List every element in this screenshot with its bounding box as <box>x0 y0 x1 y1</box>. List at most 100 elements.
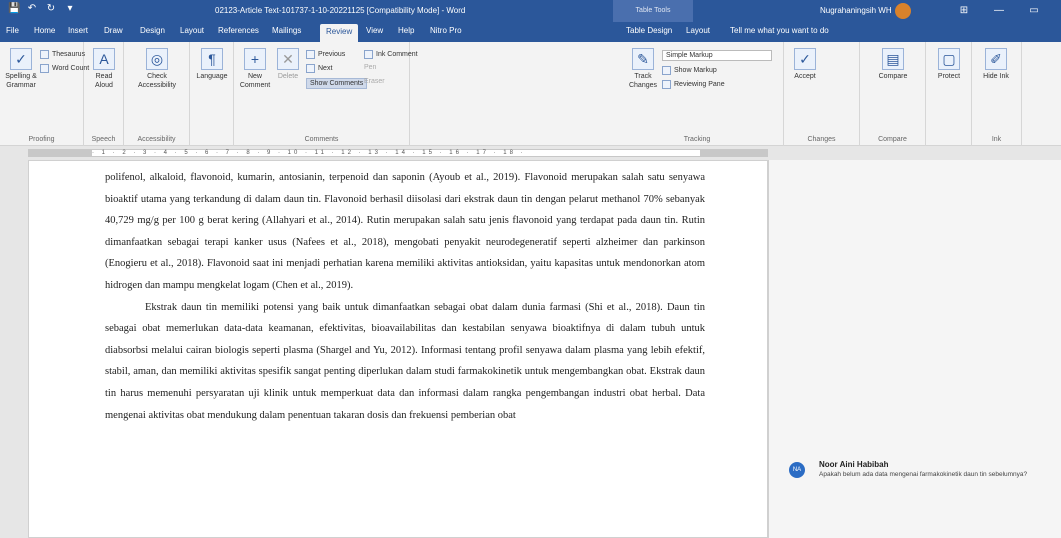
tell-me-search[interactable]: Tell me what you want to do <box>730 26 829 35</box>
save-icon[interactable]: 💾 <box>8 4 20 14</box>
show-markup-dropdown[interactable]: Show Markup <box>662 66 717 75</box>
reviewing-pane-dropdown[interactable]: Reviewing Pane <box>662 80 725 89</box>
ribbon-display-options-button[interactable]: ⊞ <box>955 3 973 19</box>
title-bar: 💾 ↶ ↻ ▾ 02123-Article Text-101737-1-10-2… <box>0 0 1061 22</box>
read-aloud-icon: A <box>93 48 115 70</box>
tab-mailings[interactable]: Mailings <box>272 26 301 35</box>
group-proofing: ✓ Spelling & Grammar Thesaurus Word Coun… <box>0 42 89 146</box>
group-tracking: ✎ Track Changes Simple Markup Show Marku… <box>410 42 784 146</box>
window-title: 02123-Article Text-101737-1-10-20221125 … <box>215 6 466 15</box>
comments-pane: NA Noor Aini Habibah Apakah belum ada da… <box>768 160 1061 538</box>
user-avatar[interactable] <box>895 3 911 19</box>
eraser-button[interactable]: Eraser <box>364 78 385 85</box>
accept-icon: ✓ <box>794 48 816 70</box>
document-page[interactable]: polifenol, alkaloid, flavonoid, kumarin,… <box>28 160 768 538</box>
tab-design[interactable]: Design <box>140 26 165 35</box>
group-speech: A Read Aloud Speech <box>84 42 124 146</box>
word-count-icon <box>40 64 49 73</box>
accessibility-icon: ◎ <box>146 48 168 70</box>
thesaurus-icon <box>40 50 49 59</box>
tab-table-design[interactable]: Table Design <box>626 26 672 35</box>
protect-button[interactable]: ▢ Protect <box>932 48 966 81</box>
compare-icon: ▤ <box>882 48 904 70</box>
comment-avatar: NA <box>789 462 805 478</box>
tab-review[interactable]: Review <box>320 24 359 42</box>
tracking-group-label: Tracking <box>683 136 711 143</box>
accessibility-group-label: Accessibility <box>137 136 176 143</box>
hide-ink-icon: ✐ <box>985 48 1007 70</box>
group-language: ¶ Language <box>190 42 234 146</box>
next-comment-button[interactable]: Next <box>306 64 332 73</box>
document-workspace: polifenol, alkaloid, flavonoid, kumarin,… <box>0 160 1061 538</box>
new-comment-icon: + <box>244 48 266 70</box>
tab-help[interactable]: Help <box>398 26 414 35</box>
previous-comment-button[interactable]: Previous <box>306 50 345 59</box>
show-comments-button[interactable]: Show Comments <box>306 78 368 89</box>
thesaurus-button[interactable]: Thesaurus <box>40 50 85 59</box>
track-changes-button[interactable]: ✎ Track Changes <box>626 48 660 90</box>
pen-button[interactable]: Pen <box>364 64 376 71</box>
ribbon: ✓ Spelling & Grammar Thesaurus Word Coun… <box>0 42 1061 146</box>
track-changes-icon: ✎ <box>632 48 654 70</box>
tab-draw[interactable]: Draw <box>104 26 123 35</box>
reviewing-pane-icon <box>662 80 671 89</box>
user-name[interactable]: Nugrahaningsih WH <box>820 6 892 15</box>
speech-group-label: Speech <box>91 136 116 143</box>
accept-button[interactable]: ✓ Accept <box>790 48 820 81</box>
table-tools-context-label: Table Tools <box>613 0 693 22</box>
undo-icon[interactable]: ↶ <box>27 4 37 14</box>
delete-comment-icon: ✕ <box>277 48 299 70</box>
quick-access-toolbar: 💾 ↶ ↻ ▾ <box>8 4 75 14</box>
horizontal-ruler[interactable]: · 1 · 2 · 3 · 4 · 5 · 6 · 7 · 8 · 9 · 10… <box>0 146 1061 160</box>
ink-group-label: Ink <box>991 136 1002 143</box>
group-protect: ▢ Protect <box>926 42 972 146</box>
language-button[interactable]: ¶ Language <box>194 48 230 81</box>
ruler-ticks: · 1 · 2 · 3 · 4 · 5 · 6 · 7 · 8 · 9 · 10… <box>92 150 526 156</box>
tab-references[interactable]: References <box>218 26 259 35</box>
proofing-group-label: Proofing <box>28 136 55 143</box>
language-icon: ¶ <box>201 48 223 70</box>
maximize-button[interactable]: ▭ <box>1025 3 1043 19</box>
paragraph[interactable]: Ekstrak daun tin memiliki potensi yang b… <box>105 297 705 427</box>
read-aloud-button[interactable]: A Read Aloud <box>88 48 120 90</box>
next-icon <box>306 64 315 73</box>
comment-text: Apakah belum ada data mengenai farmakoki… <box>819 471 1028 478</box>
tab-table-layout[interactable]: Layout <box>686 26 710 35</box>
group-changes: ✓ Accept Changes <box>784 42 860 146</box>
spelling-grammar-button[interactable]: ✓ Spelling & Grammar <box>4 48 38 90</box>
previous-icon <box>306 50 315 59</box>
word-window: 💾 ↶ ↻ ▾ 02123-Article Text-101737-1-10-2… <box>0 0 1061 538</box>
group-compare: ▤ Compare Compare <box>860 42 926 146</box>
new-comment-button[interactable]: + New Comment <box>238 48 272 90</box>
left-margin-marker[interactable] <box>28 149 92 157</box>
word-count-button[interactable]: Word Count <box>40 64 89 73</box>
spelling-check-icon: ✓ <box>10 48 32 70</box>
comments-group-label: Comments <box>304 136 339 143</box>
check-accessibility-button[interactable]: ◎ Check Accessibility <box>130 48 184 90</box>
hide-ink-button[interactable]: ✐ Hide Ink <box>978 48 1014 81</box>
tab-view[interactable]: View <box>366 26 383 35</box>
right-margin-marker[interactable] <box>700 149 768 157</box>
tab-nitro-pro[interactable]: Nitro Pro <box>430 26 462 35</box>
paragraph[interactable]: polifenol, alkaloid, flavonoid, kumarin,… <box>105 167 705 297</box>
simple-markup-dropdown[interactable]: Simple Markup <box>662 50 772 61</box>
customize-qat-icon[interactable]: ▾ <box>65 4 75 14</box>
compare-group-label: Compare <box>878 136 907 143</box>
tab-layout[interactable]: Layout <box>180 26 204 35</box>
protect-icon: ▢ <box>938 48 960 70</box>
redo-icon[interactable]: ↻ <box>46 4 56 14</box>
group-ink: ✐ Hide Ink Ink <box>972 42 1022 146</box>
tab-file[interactable]: File <box>6 26 19 35</box>
minimize-button[interactable]: — <box>990 3 1008 19</box>
comment-author: Noor Aini Habibah <box>819 460 889 469</box>
delete-comment-button[interactable]: ✕ Delete <box>274 48 302 81</box>
compare-button[interactable]: ▤ Compare <box>870 48 916 81</box>
tab-home[interactable]: Home <box>34 26 55 35</box>
document-body[interactable]: polifenol, alkaloid, flavonoid, kumarin,… <box>105 167 705 426</box>
tab-insert[interactable]: Insert <box>68 26 88 35</box>
ink-comment-icon <box>364 50 373 59</box>
group-comments: + New Comment ✕ Delete Previous Next Sho… <box>234 42 418 146</box>
group-accessibility: ◎ Check Accessibility Accessibility <box>124 42 190 146</box>
ribbon-tabs: File Home Insert Draw Design Layout Refe… <box>0 22 1061 42</box>
show-markup-icon <box>662 66 671 75</box>
